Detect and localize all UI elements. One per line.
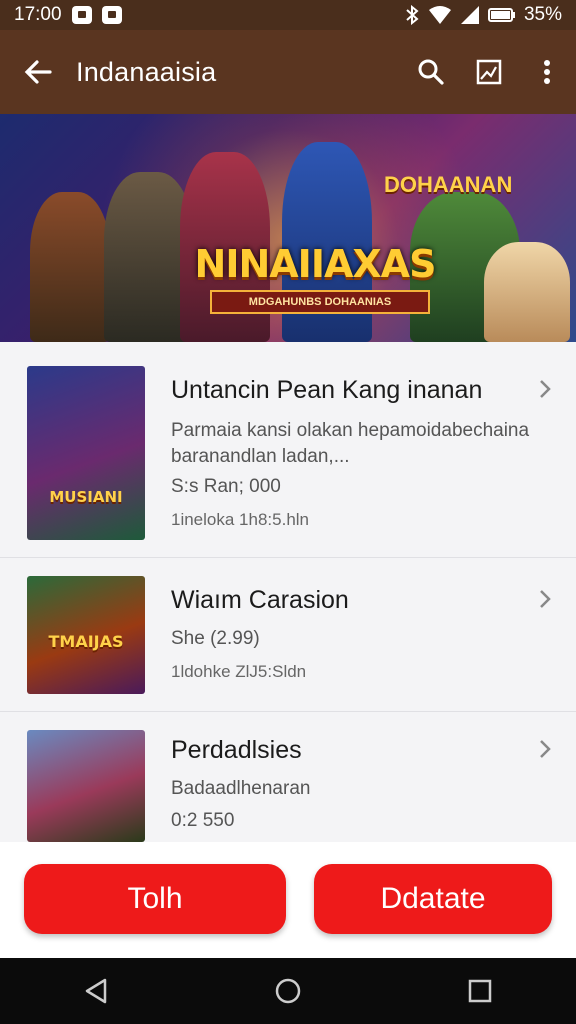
item-price: S:s Ran; 000 [171,476,281,497]
banner-tag: DOHAANAN [384,172,513,197]
item-title: Untancin Pean Kang inanan [171,376,483,404]
item-title: Wiaım Carasion [171,586,349,614]
hero-figure [484,242,570,342]
battery-percent: 35% [523,4,562,25]
notification-icon [71,6,92,24]
home-circle-icon[interactable] [258,961,318,1021]
item-meta: 1ineloka 1h8:5.hln [171,510,310,529]
app-bar: Indanaaisia [0,30,576,114]
game-list: MUSIANI Untancin Pean Kang inanan Parmai… [0,342,576,842]
image-icon[interactable] [460,30,518,114]
recents-square-icon[interactable] [450,961,510,1021]
status-time: 17:00 [14,4,62,25]
bluetooth-icon [406,5,419,25]
back-arrow-icon[interactable] [0,30,76,114]
item-description: Badaadlhenaran [171,778,311,799]
thumbnail-title: MUSIANI [49,488,123,506]
banner-title: NINAIIAXAS [194,242,437,286]
item-price: She (2.99) [171,628,260,649]
action-bar: Tolh Ddatate [0,842,576,958]
search-icon[interactable] [402,30,460,114]
battery-icon [487,8,515,22]
item-price: 0:2 550 [171,810,235,831]
left-action-button[interactable]: Tolh [24,864,286,934]
game-thumbnail [27,730,145,842]
item-meta: 1ldohke ZlJ5:Sldn [171,662,307,681]
list-item[interactable]: TMAIJAS Wiaım Carasion She (2.99) 1ldohk… [0,558,576,712]
list-item[interactable]: Perdadlsies Badaadlhenaran 0:2 550 [0,712,576,842]
status-bar: 17:00 35% [0,0,576,30]
game-thumbnail: MUSIANI [27,366,145,540]
chevron-right-icon [540,380,551,398]
notification-icon [101,6,122,24]
thumbnail-title: TMAIJAS [48,632,124,651]
system-nav-bar [0,958,576,1024]
hero-figure [30,192,110,342]
banner-subtitle: MDGAHUNBS DOHAANIAS [210,290,430,314]
chevron-right-icon [540,740,551,758]
more-vert-icon[interactable] [518,30,576,114]
back-triangle-icon[interactable] [66,961,126,1021]
page-title: Indanaaisia [76,56,217,87]
signal-icon [460,6,479,24]
item-title: Perdadlsies [171,736,302,764]
wifi-icon [428,6,451,24]
featured-banner[interactable]: DOHAANAN NINAIIAXAS MDGAHUNBS DOHAANIAS [0,114,576,342]
chevron-right-icon [540,590,551,608]
item-description: Parmaia kansi olakan hepamoidabechaina b… [171,420,530,467]
right-action-button[interactable]: Ddatate [314,864,552,934]
game-thumbnail: TMAIJAS [27,576,145,694]
list-item[interactable]: MUSIANI Untancin Pean Kang inanan Parmai… [0,342,576,558]
